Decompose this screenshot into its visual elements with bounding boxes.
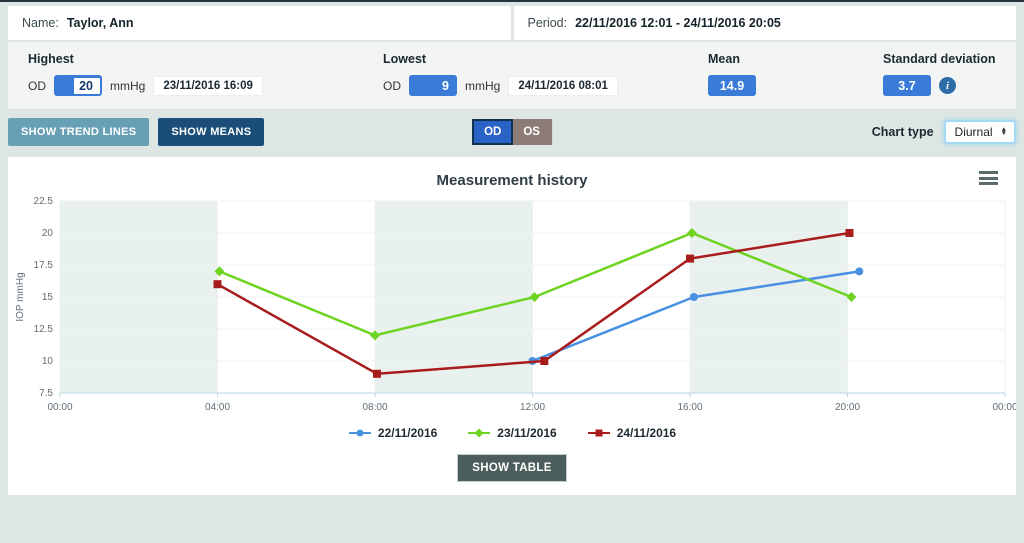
legend-circle-icon — [348, 427, 372, 439]
legend-square-icon — [587, 427, 611, 439]
lowest-eye-label: OD — [383, 79, 401, 93]
highest-timestamp: 23/11/2016 16:09 — [153, 76, 263, 96]
chart-header: Measurement history — [8, 167, 1016, 193]
legend-item[interactable]: 23/11/2016 — [467, 426, 556, 440]
svg-text:22.5: 22.5 — [34, 196, 54, 207]
stat-mean: Mean 14.9 — [708, 52, 883, 96]
svg-text:20: 20 — [42, 228, 54, 239]
chart-toolbar: SHOW TREND LINES SHOW MEANS OD OS Chart … — [8, 117, 1016, 147]
svg-text:16:00: 16:00 — [677, 402, 702, 413]
stddev-label: Standard deviation — [883, 52, 996, 66]
os-toggle-button[interactable]: OS — [513, 119, 552, 145]
lowest-label: Lowest — [383, 52, 708, 66]
highest-eye-label: OD — [28, 79, 46, 93]
chart-title: Measurement history — [437, 172, 588, 189]
lowest-unit: mmHg — [465, 79, 500, 93]
od-toggle-button[interactable]: OD — [472, 119, 513, 145]
chart-legend: 22/11/2016 23/11/2016 24/11/2016 — [8, 426, 1016, 440]
show-trend-lines-button[interactable]: SHOW TREND LINES — [8, 118, 149, 146]
eye-toggle: OD OS — [472, 119, 552, 145]
chart-type-control: Chart type Diurnal ▲▼ — [872, 120, 1016, 144]
period-cell: Period: 22/11/2016 12:01 - 24/11/2016 20… — [514, 6, 1017, 40]
stat-stddev: Standard deviation 3.7 i — [883, 52, 996, 96]
chart-type-value: Diurnal — [955, 125, 993, 139]
svg-text:7.5: 7.5 — [39, 388, 53, 399]
lowest-timestamp: 24/11/2016 08:01 — [508, 76, 618, 96]
patient-name-cell: Name: Taylor, Ann — [8, 6, 511, 40]
mean-label: Mean — [708, 52, 883, 66]
highest-value: 20 — [74, 78, 100, 94]
highest-value-box[interactable]: 20 — [54, 75, 102, 96]
legend-label: 23/11/2016 — [497, 426, 556, 440]
legend-label: 22/11/2016 — [378, 426, 437, 440]
chart-type-select[interactable]: Diurnal ▲▼ — [944, 120, 1016, 144]
name-value: Taylor, Ann — [67, 16, 134, 30]
mean-value-box: 14.9 — [708, 75, 756, 96]
highest-label: Highest — [28, 52, 383, 66]
svg-text:04:00: 04:00 — [205, 402, 230, 413]
legend-label: 24/11/2016 — [617, 426, 676, 440]
legend-item[interactable]: 22/11/2016 — [348, 426, 437, 440]
stats-row: Highest OD 20 mmHg 23/11/2016 16:09 Lowe… — [8, 42, 1016, 109]
lowest-value: 9 — [442, 79, 457, 93]
info-icon[interactable]: i — [939, 77, 956, 94]
legend-item[interactable]: 24/11/2016 — [587, 426, 676, 440]
select-arrows-icon: ▲▼ — [1001, 128, 1007, 137]
stddev-value-box: 3.7 — [883, 75, 931, 96]
table-button-row: SHOW TABLE — [8, 454, 1016, 482]
svg-text:12:00: 12:00 — [520, 402, 545, 413]
svg-text:IOP mmHg: IOP mmHg — [15, 272, 26, 321]
svg-text:00:00: 00:00 — [992, 402, 1016, 413]
stat-lowest: Lowest OD 9 mmHg 24/11/2016 08:01 — [383, 52, 708, 96]
svg-text:12.5: 12.5 — [34, 324, 54, 335]
period-value: 22/11/2016 12:01 - 24/11/2016 20:05 — [575, 16, 781, 30]
show-table-button[interactable]: SHOW TABLE — [457, 454, 566, 482]
patient-header-row: Name: Taylor, Ann Period: 22/11/2016 12:… — [8, 6, 1016, 40]
svg-text:20:00: 20:00 — [835, 402, 860, 413]
measurement-history-panel: Measurement history 7.5 10 12.5 15 17.5 20 22.… — [8, 157, 1016, 495]
show-means-button[interactable]: SHOW MEANS — [158, 118, 264, 146]
svg-text:08:00: 08:00 — [362, 402, 387, 413]
measurement-chart[interactable]: 7.5 10 12.5 15 17.5 20 22.5 00:00 04:00 08:00 12:0… — [8, 193, 1016, 419]
name-label: Name: — [22, 16, 59, 30]
hamburger-menu-icon[interactable] — [979, 171, 998, 188]
svg-text:17.5: 17.5 — [34, 260, 54, 271]
lowest-value-box[interactable]: 9 — [409, 75, 457, 96]
svg-text:15: 15 — [42, 292, 54, 303]
svg-text:00:00: 00:00 — [47, 402, 72, 413]
legend-diamond-icon — [467, 427, 491, 439]
stat-highest: Highest OD 20 mmHg 23/11/2016 16:09 — [28, 52, 383, 96]
chart-type-label: Chart type — [872, 125, 934, 139]
period-label: Period: — [528, 16, 568, 30]
mean-value: 14.9 — [720, 79, 744, 93]
svg-text:10: 10 — [42, 356, 54, 367]
highest-unit: mmHg — [110, 79, 145, 93]
stddev-value: 3.7 — [898, 79, 915, 93]
